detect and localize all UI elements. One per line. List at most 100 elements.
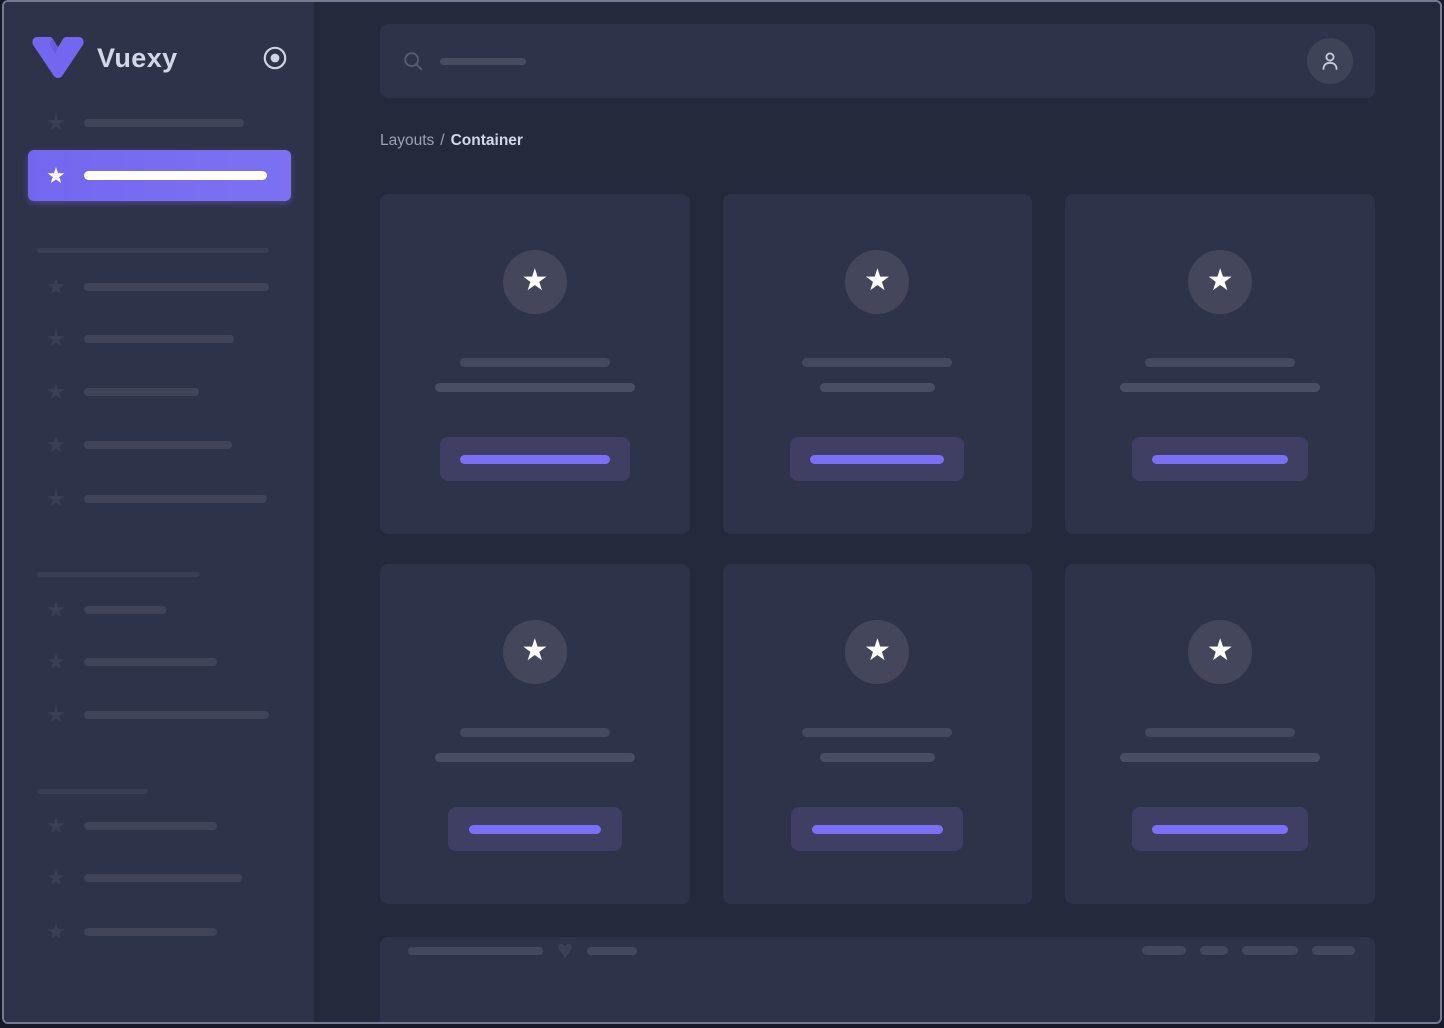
breadcrumb-separator: /: [440, 132, 445, 149]
nav-item[interactable]: ★: [44, 487, 267, 511]
footer-line-skeleton: [587, 946, 638, 955]
card-avatar: ★: [1188, 620, 1253, 684]
star-icon: ★: [864, 634, 891, 667]
card-avatar: ★: [845, 250, 910, 314]
nav-item[interactable]: ★: [44, 433, 232, 457]
footer-line-skeleton: [408, 946, 543, 955]
card: ★: [1065, 194, 1375, 534]
nav-item[interactable]: ★: [44, 703, 269, 727]
star-icon: ★: [46, 110, 66, 135]
star-icon: ★: [46, 432, 66, 457]
card-avatar: ★: [502, 250, 567, 314]
person-icon: [1322, 52, 1338, 70]
nav-label-skeleton: [84, 658, 217, 666]
nav-item[interactable]: ★: [44, 598, 166, 622]
footer-link-skeleton[interactable]: [1142, 946, 1186, 955]
brand-name: Vuexy: [97, 42, 178, 73]
breadcrumb: Layouts / Container: [380, 132, 1375, 150]
user-avatar[interactable]: [1307, 38, 1353, 84]
footer-link-skeleton[interactable]: [1200, 946, 1228, 955]
nav-label-skeleton: [84, 711, 269, 719]
card-button[interactable]: [1132, 437, 1309, 481]
footer-link-skeleton[interactable]: [1312, 946, 1355, 955]
card-button[interactable]: [439, 437, 630, 481]
nav-label-skeleton: [84, 388, 199, 396]
card-line-skeleton: [802, 728, 953, 737]
card-avatar: ★: [845, 620, 910, 684]
heart-icon: ♥: [557, 935, 574, 965]
app-window: Vuexy ★ ★ ★ ★ ★ ★ ★ ★ ★ ★ ★ ★ ★ Layouts …: [2, 0, 1442, 1024]
star-icon: ★: [46, 597, 66, 622]
breadcrumb-page: Container: [450, 132, 523, 149]
card-line-skeleton: [819, 753, 935, 762]
star-icon: ★: [46, 379, 66, 404]
footer-links: [1142, 946, 1355, 955]
nav-item[interactable]: ★: [44, 327, 234, 351]
nav-label-skeleton: [84, 283, 269, 291]
card: ★: [722, 194, 1033, 534]
nav-label-skeleton: [84, 171, 267, 180]
star-icon: ★: [1206, 264, 1234, 297]
nav-item[interactable]: ★: [44, 275, 269, 299]
cards-grid: ★ ★ ★ ★ ★ ★: [380, 194, 1375, 904]
card-button[interactable]: [447, 807, 622, 851]
search-placeholder-skeleton: [440, 57, 526, 65]
nav-label-skeleton: [84, 874, 242, 882]
card-line-skeleton: [1120, 383, 1321, 392]
card: ★: [1065, 564, 1375, 904]
nav-label-skeleton: [84, 441, 232, 449]
card-line-skeleton: [434, 753, 635, 762]
button-label-skeleton: [811, 824, 943, 834]
radio-dot-icon[interactable]: [262, 45, 288, 71]
footer-card: ♥: [380, 937, 1375, 1022]
star-icon: ★: [46, 865, 66, 890]
nav-item[interactable]: ★: [44, 111, 244, 135]
vuexy-logo-icon: [32, 37, 84, 79]
main-content: Layouts / Container ★ ★ ★ ★ ★ ★ ♥: [314, 2, 1440, 1022]
card-line-skeleton: [1145, 358, 1296, 367]
star-icon: ★: [46, 702, 66, 727]
star-icon: ★: [1206, 634, 1234, 667]
nav-item[interactable]: ★: [44, 380, 199, 404]
card-line-skeleton: [459, 728, 610, 737]
footer-link-skeleton[interactable]: [1242, 946, 1298, 955]
button-label-skeleton: [1152, 454, 1289, 464]
card-button[interactable]: [791, 807, 964, 851]
nav-label-skeleton: [84, 495, 267, 503]
star-icon: ★: [46, 813, 66, 838]
search-icon: [404, 52, 423, 71]
star-icon: ★: [46, 326, 66, 351]
nav-label-skeleton: [84, 822, 217, 830]
nav-item-active[interactable]: ★: [28, 150, 291, 201]
nav-label-skeleton: [84, 928, 217, 936]
star-icon: ★: [46, 919, 66, 944]
brand-header: Vuexy: [32, 32, 288, 84]
star-icon: ★: [521, 264, 549, 297]
card: ★: [380, 194, 690, 534]
star-icon: ★: [864, 264, 891, 297]
card-line-skeleton: [459, 358, 610, 367]
card-button[interactable]: [790, 437, 965, 481]
star-icon: ★: [46, 162, 66, 188]
nav-section-divider: [37, 789, 148, 794]
button-label-skeleton: [810, 454, 945, 464]
star-icon: ★: [46, 486, 66, 511]
nav-section-divider: [37, 572, 200, 577]
card-avatar: ★: [1188, 250, 1253, 314]
card-button[interactable]: [1132, 807, 1309, 851]
sidebar: Vuexy ★ ★ ★ ★ ★ ★ ★ ★ ★ ★ ★ ★ ★: [4, 2, 314, 1022]
nav-section-divider: [37, 248, 269, 253]
nav-item[interactable]: ★: [44, 814, 217, 838]
card-line-skeleton: [802, 358, 953, 367]
star-icon: ★: [521, 634, 549, 667]
nav-item[interactable]: ★: [44, 920, 217, 944]
card-line-skeleton: [434, 383, 635, 392]
nav-label-skeleton: [84, 606, 166, 614]
star-icon: ★: [46, 649, 66, 674]
footer-row: ♥: [408, 937, 1355, 964]
search-input[interactable]: [402, 24, 1307, 98]
nav-item[interactable]: ★: [44, 866, 242, 890]
breadcrumb-section[interactable]: Layouts: [380, 132, 434, 150]
nav-item[interactable]: ★: [44, 650, 217, 674]
topbar: [380, 24, 1375, 98]
